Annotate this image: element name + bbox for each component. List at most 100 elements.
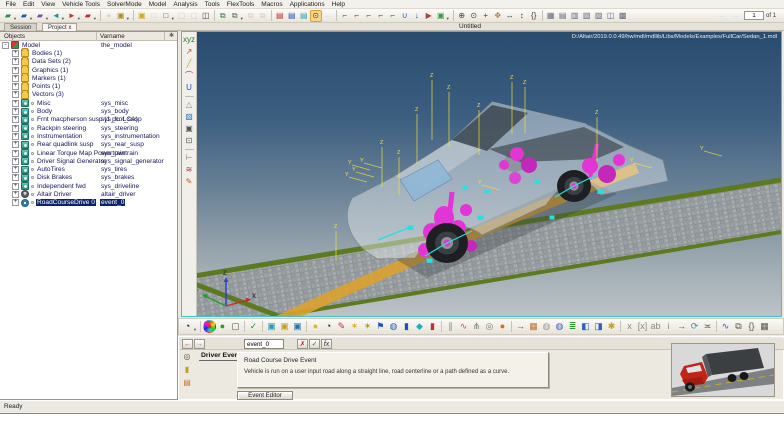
menu-edit[interactable]: Edit — [19, 0, 37, 9]
tab-session[interactable]: Session — [4, 23, 37, 31]
triad-xyz-icon[interactable]: xyz — [183, 34, 196, 46]
tree-row-sys_driveline[interactable]: +Independent fwdsys_driveline — [0, 182, 177, 190]
add-clip-icon[interactable]: ∥ — [444, 320, 457, 333]
tree-expand-icon[interactable]: + — [12, 199, 19, 206]
plot-axes-5-icon[interactable]: ⌐ — [387, 10, 399, 22]
color-wheel-icon[interactable]: ● — [203, 320, 216, 333]
u-turn-tool-icon[interactable]: U — [183, 82, 196, 94]
run-event-icon[interactable]: → — [675, 320, 688, 333]
page-next-icon[interactable]: → — [730, 10, 742, 22]
add-point-icon[interactable]: ● — [309, 320, 322, 333]
add-joint-icon[interactable]: ✶ — [361, 320, 374, 333]
menu-file[interactable]: File — [2, 0, 19, 9]
view-side-icon[interactable]: ▣ — [291, 320, 304, 333]
tree-expand-icon[interactable]: + — [12, 58, 19, 65]
tree-expand-icon[interactable]: + — [12, 125, 19, 132]
tree-expand-icon[interactable]: + — [12, 150, 19, 157]
flip-u-icon[interactable]: ∪ — [399, 10, 411, 22]
zoom-box-icon[interactable]: ⊙ — [468, 10, 480, 22]
add-solid-icon[interactable]: ▮ — [426, 320, 439, 333]
tree-expand-icon[interactable]: + — [12, 67, 19, 74]
walk-person-icon[interactable]: i — [662, 320, 675, 333]
menu-solvermode[interactable]: SolverMode — [104, 0, 146, 9]
table-grid-icon[interactable]: ▦ — [758, 320, 771, 333]
event-editor-button[interactable]: Event Editor — [237, 391, 293, 400]
pipeline-icon[interactable]: ≍ — [701, 320, 714, 333]
viewport-3d-scene[interactable]: ZZZZZZZZZZYYYYYYY Z X Y — [182, 32, 781, 316]
add-ring-icon[interactable]: ◎ — [483, 320, 496, 333]
paste-alt-icon[interactable]: ⧉ — [257, 10, 269, 22]
arc-tool-icon[interactable]: ⌒ — [183, 70, 196, 82]
apply-check-icon[interactable]: ✓ — [247, 320, 260, 333]
tree-row-sys_rear_susp[interactable]: +Rear quadlink suspsys_rear_susp — [0, 141, 177, 149]
tree-row-sys_steering[interactable]: +Rackpin steeringsys_steering — [0, 124, 177, 132]
tree-expand-icon[interactable]: + — [12, 75, 19, 82]
tab-project[interactable]: Project x — [42, 23, 77, 31]
tile-window-3-icon[interactable]: ▥ — [569, 10, 581, 22]
save-session-dropdown-icon[interactable]: ▼ — [45, 16, 49, 21]
steering-wheel-icon-icon[interactable]: ◎ — [181, 351, 193, 363]
tree-expand-icon[interactable]: + — [12, 141, 19, 148]
plot-axes-3-icon[interactable]: ⌐ — [363, 10, 375, 22]
add-vector-icon[interactable]: ✎ — [335, 320, 348, 333]
tree-expand-icon[interactable]: + — [12, 158, 19, 165]
tree-expand-icon[interactable]: + — [12, 50, 19, 57]
measure-tool-icon[interactable]: ⊢ — [183, 152, 196, 164]
menu-help[interactable]: Help — [328, 0, 348, 9]
apply-button[interactable]: ✓ — [309, 339, 320, 349]
tile-window-2-icon[interactable]: ▤ — [557, 10, 569, 22]
tile-window-6-icon[interactable]: ◫ — [605, 10, 617, 22]
tree-row-altair_driver[interactable]: +Altair Driveraltair_driver — [0, 190, 177, 198]
add-plane-icon[interactable]: ◆ — [413, 320, 426, 333]
expr-abc-icon[interactable]: ab — [649, 320, 662, 333]
tree-expand-icon[interactable]: + — [12, 108, 19, 115]
tree-row-event_0[interactable]: +RoadCourseDrive 0event_0 — [0, 199, 177, 207]
recent-files-dropdown-icon[interactable]: ▼ — [93, 16, 97, 21]
add-deformable-icon[interactable]: ◍ — [387, 320, 400, 333]
plot-axes-2-icon[interactable]: ⌐ — [351, 10, 363, 22]
copy-alt-icon[interactable]: ⧉ — [245, 10, 257, 22]
add-flag-icon[interactable]: ⚑ — [374, 320, 387, 333]
save-model-dropdown-icon[interactable]: ▼ — [29, 16, 33, 21]
tree-expand-icon[interactable]: + — [12, 100, 19, 107]
prism-tool-icon[interactable]: △ — [183, 99, 196, 111]
tree-row-sys_body[interactable]: +Bodysys_body — [0, 107, 177, 115]
menu-applications[interactable]: Applications — [286, 0, 328, 9]
plot-axes-4-icon[interactable]: ⌐ — [375, 10, 387, 22]
loop-refresh-icon[interactable]: ⟳ — [688, 320, 701, 333]
tree-gear-icon[interactable]: ✱ — [169, 32, 174, 39]
discard-button[interactable]: ✗ — [297, 339, 308, 349]
pen-tool-icon[interactable]: ✎ — [183, 176, 196, 188]
paste-dropdown-icon[interactable]: ▼ — [240, 16, 244, 21]
page-prev-icon[interactable]: ← — [716, 10, 728, 22]
menu-tools[interactable]: Tools — [201, 0, 223, 9]
viewport-3d[interactable]: D:/Altair/2019.0.0.49/hw/mdl/mdllib/Libs… — [181, 31, 782, 317]
menu-vehicle-tools[interactable]: Vehicle Tools — [59, 0, 104, 9]
menu-model[interactable]: Model — [145, 0, 170, 9]
plot-axes-1-icon[interactable]: ⌐ — [339, 10, 351, 22]
view-top-icon[interactable]: ▣ — [278, 320, 291, 333]
tree-row-sys_frnt_susp[interactable]: +Frnt macpherson susp (1 pc. LCA)sys_frn… — [0, 116, 177, 124]
search-doc-tool-icon[interactable]: ⊡ — [183, 135, 196, 147]
back-view-icon[interactable]: ← — [322, 10, 334, 22]
copy-pages-icon[interactable]: ⧉ — [732, 320, 745, 333]
user-icon[interactable]: ● — [103, 10, 115, 22]
tree-row-sys_instrumentation[interactable]: +Instrumentationsys_instrumentation — [0, 132, 177, 140]
report-image-icon[interactable]: ▤ — [298, 10, 310, 22]
tile-window-4-icon[interactable]: ▧ — [581, 10, 593, 22]
burst-icon[interactable]: ✱ — [605, 320, 618, 333]
spring-coil-icon[interactable]: ∿ — [719, 320, 732, 333]
tree-expand-icon[interactable]: + — [12, 116, 19, 123]
run-export-icon[interactable]: ▶ — [423, 10, 435, 22]
tile-window-1-icon[interactable]: ▦ — [545, 10, 557, 22]
tree-expand-icon[interactable]: + — [12, 166, 19, 173]
tree-row[interactable]: +Vectors (3) — [0, 91, 177, 99]
menu-view[interactable]: View — [38, 0, 59, 9]
fit-vertical-icon[interactable]: ↕ — [516, 10, 528, 22]
tree-row-sys_brakes[interactable]: +Disk Brakessys_brakes — [0, 174, 177, 182]
menu-flextools[interactable]: FlexTools — [223, 0, 257, 9]
tree-row-sys_signal_generator[interactable]: +Driver Signal Generatorsys_signal_gener… — [0, 157, 177, 165]
export-file-dropdown-icon[interactable]: ▼ — [77, 16, 81, 21]
monitor-tool-icon[interactable]: ▣ — [183, 123, 196, 135]
event-name-input[interactable] — [244, 339, 284, 349]
